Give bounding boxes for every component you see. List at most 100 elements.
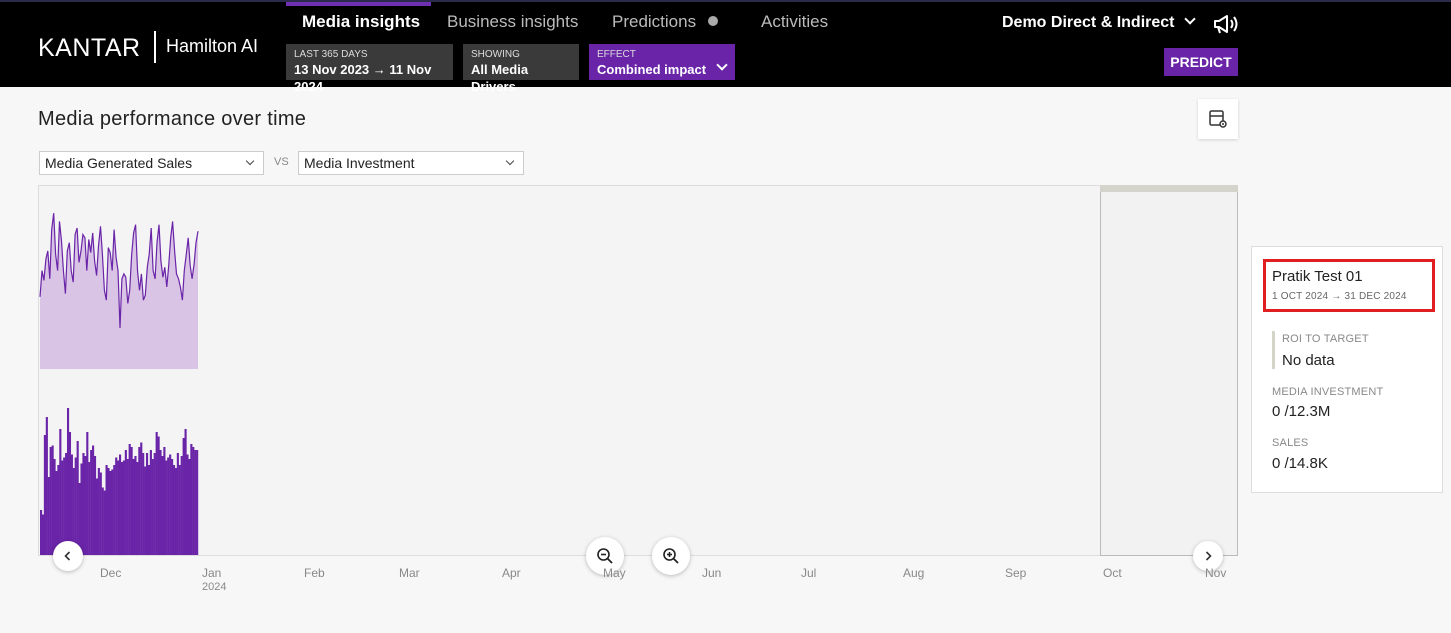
investment-bar xyxy=(107,468,110,555)
investment-bar xyxy=(155,432,158,555)
showing-filter[interactable]: SHOWING All Media Drivers xyxy=(463,44,579,94)
investment-bar xyxy=(126,459,129,555)
investment-bar xyxy=(182,438,185,555)
investment-bar xyxy=(138,447,141,555)
chevron-left-icon xyxy=(64,551,71,561)
investment-bar xyxy=(169,454,172,555)
investment-bar xyxy=(86,432,89,555)
investment-bar xyxy=(101,487,104,555)
investment-bar xyxy=(172,465,176,555)
investment-bar xyxy=(149,450,152,555)
investment-bar xyxy=(119,454,122,555)
investment-bar xyxy=(93,456,97,555)
investment-bar xyxy=(80,463,83,555)
predict-button[interactable]: PREDICT xyxy=(1164,48,1238,76)
investment-bar xyxy=(147,465,151,555)
showing-key: SHOWING xyxy=(471,49,520,60)
axis-month-label: Sep xyxy=(1005,566,1027,580)
investment-bar xyxy=(95,478,99,555)
investment-bar xyxy=(122,460,125,555)
investment-bar xyxy=(66,408,70,555)
active-tab-indicator xyxy=(286,2,431,6)
table-settings-icon xyxy=(1209,110,1227,128)
investment-bar xyxy=(190,444,193,555)
investment-bar xyxy=(151,459,154,555)
investment-bar xyxy=(76,441,79,555)
chevron-down-icon xyxy=(505,156,515,166)
tab-predictions[interactable]: Predictions xyxy=(612,12,719,36)
axis-month-label: Feb xyxy=(304,566,325,580)
axis-month-label: Jul xyxy=(801,566,817,580)
investment-bar xyxy=(92,445,95,555)
date-range-value: 13 Nov 2023 → 11 Nov 2024 xyxy=(294,62,432,94)
investment-bar xyxy=(196,450,199,555)
megaphone-icon[interactable] xyxy=(1213,13,1239,35)
investment-bar xyxy=(186,454,189,555)
roi-value: No data xyxy=(1282,352,1335,369)
investment-bar xyxy=(163,447,166,555)
investment-bar xyxy=(140,442,143,555)
prediction-name: Pratik Test 01 xyxy=(1272,268,1363,285)
investment-bar-series xyxy=(40,408,199,555)
axis-month-label: Jan xyxy=(202,566,222,580)
investment-bar xyxy=(59,429,62,555)
tab-business-insights[interactable]: Business insights xyxy=(447,12,578,36)
chart-settings-button[interactable] xyxy=(1198,99,1238,139)
top-bar: KANTAR Hamilton AI Media insights Busine… xyxy=(0,0,1451,94)
axis-month-label: Nov xyxy=(1205,566,1227,580)
date-range-filter[interactable]: LAST 365 DAYS 13 Nov 2023 → 11 Nov 2024 xyxy=(286,44,453,94)
effect-key: EFFECT xyxy=(597,49,636,60)
kantar-logo: KANTAR xyxy=(38,34,141,62)
secondary-metric-select[interactable]: Media Investment xyxy=(298,151,524,175)
investment-bar xyxy=(167,457,170,555)
investment-bar xyxy=(53,459,56,555)
chevron-down-icon xyxy=(1184,13,1197,25)
roi-label: ROI TO TARGET xyxy=(1282,333,1369,345)
investment-bar xyxy=(49,447,52,555)
axis-year-label: 2024 xyxy=(202,581,227,593)
investment-bar xyxy=(184,429,187,555)
roi-indicator-bar xyxy=(1272,331,1275,369)
media-investment-value: 0 /12.3M xyxy=(1272,403,1331,420)
investment-bar xyxy=(55,471,58,555)
investment-bar xyxy=(153,453,156,555)
investment-bar xyxy=(111,469,114,555)
investment-bar xyxy=(171,459,174,555)
primary-metric-select[interactable]: Media Generated Sales xyxy=(39,151,264,175)
investment-bar xyxy=(115,457,118,555)
investment-bar xyxy=(74,457,77,555)
secondary-metric-value: Media Investment xyxy=(304,155,415,171)
zoom-in-button[interactable] xyxy=(652,537,690,575)
investment-bar xyxy=(134,456,137,555)
investment-bar xyxy=(174,468,178,555)
axis-month-label: Oct xyxy=(1103,566,1122,580)
investment-bar xyxy=(145,453,149,555)
effect-filter[interactable]: EFFECT Combined impact xyxy=(589,44,735,80)
chevron-down-icon xyxy=(245,156,255,166)
investment-bar xyxy=(82,453,85,555)
zoom-in-icon xyxy=(663,548,679,564)
investment-bar xyxy=(43,435,46,555)
showing-value: All Media Drivers xyxy=(471,62,529,94)
investment-bar xyxy=(40,510,43,555)
product-name: Hamilton AI xyxy=(166,36,259,56)
investment-bar xyxy=(47,477,50,555)
scroll-left-button[interactable] xyxy=(53,541,83,571)
investment-bar xyxy=(188,459,191,555)
investment-bar xyxy=(194,450,197,555)
tab-media-insights[interactable]: Media insights xyxy=(302,12,420,36)
axis-month-label: Aug xyxy=(903,566,925,580)
investment-bar xyxy=(130,447,133,555)
investment-bar xyxy=(51,445,54,555)
investment-bar xyxy=(105,465,108,555)
account-selector[interactable]: Demo Direct & Indirect xyxy=(1002,13,1197,32)
investment-bar xyxy=(165,460,168,555)
investment-bar xyxy=(157,436,160,555)
investment-bar xyxy=(65,453,68,555)
investment-bar xyxy=(84,456,87,555)
tab-activities[interactable]: Activities xyxy=(761,12,828,36)
investment-bar xyxy=(113,465,116,555)
account-name: Demo Direct & Indirect xyxy=(1002,14,1175,31)
investment-bar xyxy=(57,465,60,555)
vs-label: VS xyxy=(274,156,289,168)
